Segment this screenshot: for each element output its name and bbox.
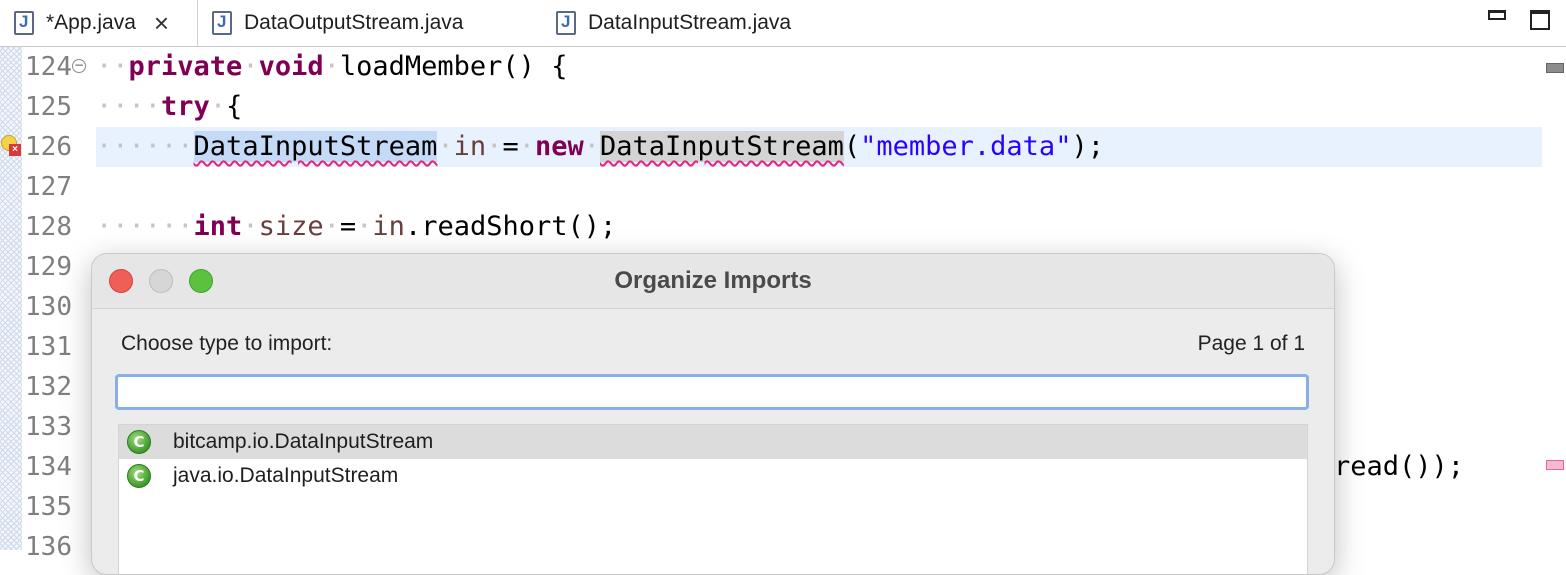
unresolved-type: DataInputStream	[193, 131, 438, 162]
organize-imports-dialog: Organize Imports Choose type to import: …	[91, 253, 1335, 575]
keyword: void	[258, 51, 324, 82]
minimize-editor-button[interactable]	[1488, 10, 1506, 20]
type-filter-input[interactable]	[115, 374, 1309, 410]
tab-label: DataOutputStream.java	[244, 11, 464, 34]
code-line-125: ····try·{	[96, 91, 243, 122]
type-list[interactable]: C bitcamp.io.DataInputStream C java.io.D…	[118, 424, 1308, 574]
quick-fix-error-icon[interactable]: ×	[0, 135, 22, 157]
type-list-item[interactable]: C java.io.DataInputStream	[119, 459, 1307, 493]
tab-label: DataInputStream.java	[588, 11, 792, 34]
variable: size	[258, 211, 324, 242]
tab-dataoutputstream-java[interactable]: DataOutputStream.java	[212, 0, 463, 46]
java-file-icon	[14, 11, 34, 35]
variable: in	[372, 211, 405, 242]
window-close-button[interactable]	[109, 269, 133, 293]
overview-error-marker[interactable]	[1546, 460, 1564, 470]
line-number: 129	[25, 252, 72, 282]
keyword: private	[128, 51, 243, 82]
type-name: bitcamp.io.DataInputStream	[173, 430, 434, 453]
code-text: .readShort();	[404, 211, 617, 242]
line-number: 136	[25, 532, 72, 562]
code-text: (	[843, 131, 861, 162]
keyword: new	[534, 131, 584, 162]
window-zoom-button[interactable]	[189, 269, 213, 293]
tab-label: *App.java	[46, 11, 136, 34]
line-number: 127	[25, 172, 72, 202]
java-file-icon	[212, 11, 232, 35]
type-name: java.io.DataInputStream	[173, 464, 399, 487]
operator: =	[339, 211, 357, 242]
whitespace-marker: ······	[96, 211, 194, 242]
overview-occurrence-marker[interactable]	[1546, 63, 1564, 73]
line-number: 124	[25, 52, 72, 82]
code-text: {	[226, 91, 243, 122]
line-number: 132	[25, 372, 72, 402]
java-file-icon	[556, 11, 576, 35]
line-number: 133	[25, 412, 72, 442]
maximize-editor-button[interactable]	[1530, 10, 1550, 30]
code-line-124: ··private·void·loadMember() {	[96, 51, 568, 82]
whitespace-marker: ······	[96, 131, 194, 162]
unresolved-type: DataInputStream	[600, 131, 844, 162]
window-minimize-button[interactable]	[149, 269, 173, 293]
code-text: );	[1071, 131, 1104, 162]
fold-collapse-icon[interactable]: −	[72, 59, 86, 73]
editor-tab-bar: *App.java × DataOutputStream.java DataIn…	[0, 0, 1566, 47]
whitespace-marker: ··	[96, 51, 129, 82]
code-text: loadMember() {	[339, 51, 568, 82]
line-number: 134	[25, 452, 72, 482]
class-icon: C	[127, 430, 151, 454]
line-number: 128	[25, 212, 72, 242]
tab-app-java[interactable]: *App.java ×	[0, 0, 198, 46]
code-line-134-tail: read());	[1334, 451, 1465, 482]
class-icon: C	[127, 464, 151, 488]
close-tab-icon[interactable]: ×	[154, 10, 169, 36]
keyword: int	[193, 211, 243, 242]
line-number: 135	[25, 492, 72, 522]
operator: =	[502, 131, 519, 162]
code-line-128: ······int·size·=·in.readShort();	[96, 211, 617, 242]
dialog-title: Organize Imports	[614, 267, 812, 294]
variable: in	[453, 131, 487, 162]
whitespace-marker: ····	[96, 91, 162, 122]
line-number: 131	[25, 332, 72, 362]
code-line-126: ······DataInputStream·in·=·new·DataInput…	[96, 131, 1104, 162]
annotation-ruler	[0, 47, 22, 550]
line-number: 126	[25, 132, 72, 162]
type-list-item[interactable]: C bitcamp.io.DataInputStream	[119, 425, 1307, 459]
string-literal: "member.data"	[860, 131, 1072, 162]
choose-type-label: Choose type to import:	[121, 332, 333, 355]
line-number: 125	[25, 92, 72, 122]
line-number: 130	[25, 292, 72, 322]
dialog-titlebar: Organize Imports	[92, 254, 1334, 309]
page-indicator: Page 1 of 1	[1197, 332, 1305, 355]
keyword: try	[161, 91, 210, 122]
tab-datainputstream-java[interactable]: DataInputStream.java	[556, 0, 791, 46]
error-icon: ×	[9, 144, 21, 156]
